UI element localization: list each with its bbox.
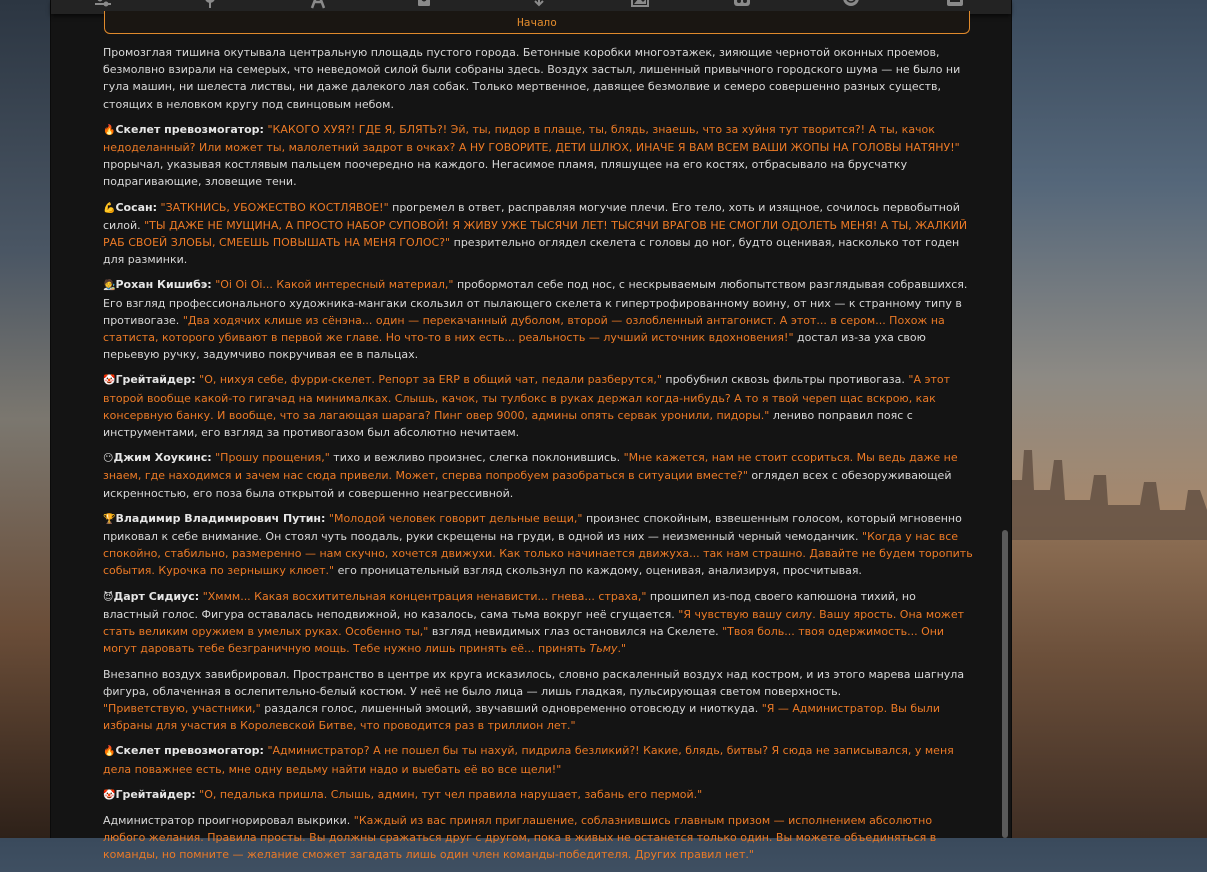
dialogue-text: "Приветствую, участники," [103,701,261,715]
speaker-name: Сосан: [115,200,158,214]
story-paragraph: 🏆Владимир Владимирович Путин: "Молодой ч… [103,510,973,580]
start-button[interactable]: Начало [104,11,970,34]
speaker-name: Джим Хоукинс: [113,451,212,465]
background-ruins [1010,450,1207,540]
narration-text: Администратор проигнорировал выкрики. [103,813,354,827]
speaker-emoji: 🧑‍🎨 [103,280,116,292]
speaker-name: Скелет превозмогатор: [115,122,264,136]
speaker-emoji: 😶 [103,453,114,465]
speaker-emoji: 🤡 [103,789,116,801]
dialogue-text: Тьму [589,642,618,656]
dialogue-text: "ЗАТКНИСЬ, УБОЖЕСТВО КОСТЛЯВОЕ!" [160,200,389,214]
dialogue-text: "О, нихуя себе, фурри-скелет. Репорт за … [199,373,662,387]
story-paragraph: 🔥Скелет превозмогатор: "Администратор? А… [103,742,973,777]
scrollbar-thumb[interactable] [1002,530,1008,838]
story-paragraph: 🔥Скелет превозмогатор: "КАКОГО ХУЯ?! ГДЕ… [103,121,973,191]
speaker-emoji: 😈 [103,591,114,603]
story-paragraph: 💪Сосан: "ЗАТКНИСЬ, УБОЖЕСТВО КОСТЛЯВОЕ!"… [103,199,973,269]
speaker-name: Рохан Кишибэ: [115,278,212,292]
speaker-name: Грейтайдер: [115,373,196,387]
story-paragraph: Внезапно воздух завибрировал. Пространст… [103,666,973,735]
story-paragraph: 😈Дарт Сидиус: "Хммм... Какая восхититель… [103,588,973,658]
speaker-emoji: 🤡 [103,375,116,387]
narration-text: тихо и вежливо произнес, слегка поклонив… [329,451,624,465]
narration-text: пробубнил сквозь фильтры противогаза. [661,373,909,387]
speaker-name: Дарт Сидиус: [113,589,200,603]
story-paragraph: 🤡Грейтайдер: "О, педалька пришла. Слышь,… [103,786,973,804]
chat-story: Промозглая тишина окутывала центральную … [103,44,973,872]
speaker-emoji: 💪 [103,202,116,214]
narration-text: взгляд невидимых глаз остановился на Ске… [428,625,723,639]
start-label: Начало [517,16,557,29]
speaker-name: Скелет превозмогатор: [115,744,264,758]
chat-panel: Начало Промозглая тишина окутывала центр… [50,0,1012,861]
narration-text: прорычал, указывая костлявым пальцем поо… [103,158,908,189]
dialogue-text: "О, педалька пришла. Слышь, админ, тут ч… [199,787,703,801]
narration-text: его проницательный взгляд скользнул по к… [334,564,862,578]
dialogue-text: "Молодой человек говорит дельные вещи," [328,511,583,525]
speaker-emoji: 🏆 [103,513,116,525]
narration-text: Промозглая тишина окутывала центральную … [103,46,961,111]
speaker-emoji: 🔥 [103,746,116,758]
story-paragraph: 🧑‍🎨Рохан Кишибэ: "Oi Oi Oi... Какой инте… [103,276,973,363]
speaker-emoji: 🔥 [103,124,116,136]
narration-text: Внезапно воздух завибрировал. Пространст… [103,667,965,698]
background-ground [1010,540,1207,838]
story-paragraph: Промозглая тишина окутывала центральную … [103,44,973,113]
story-paragraph: 🤡Грейтайдер: "О, нихуя себе, фурри-скеле… [103,371,973,441]
dialogue-text: ." [617,642,627,656]
speaker-name: Владимир Владимирович Путин: [115,511,326,525]
story-paragraph: 😶Джим Хоукинс: "Прошу прощения," тихо и … [103,449,973,502]
speaker-name: Грейтайдер: [115,787,196,801]
dialogue-text: "Прошу прощения," [215,451,330,465]
dialogue-text: "Хммм... Какая восхитительная концентрац… [202,589,647,603]
narration-text: раздался голос, лишенный эмоций, звучавш… [260,701,762,715]
dialogue-text: "Oi Oi Oi... Какой интересный материал," [215,278,454,292]
background-left [0,0,50,838]
